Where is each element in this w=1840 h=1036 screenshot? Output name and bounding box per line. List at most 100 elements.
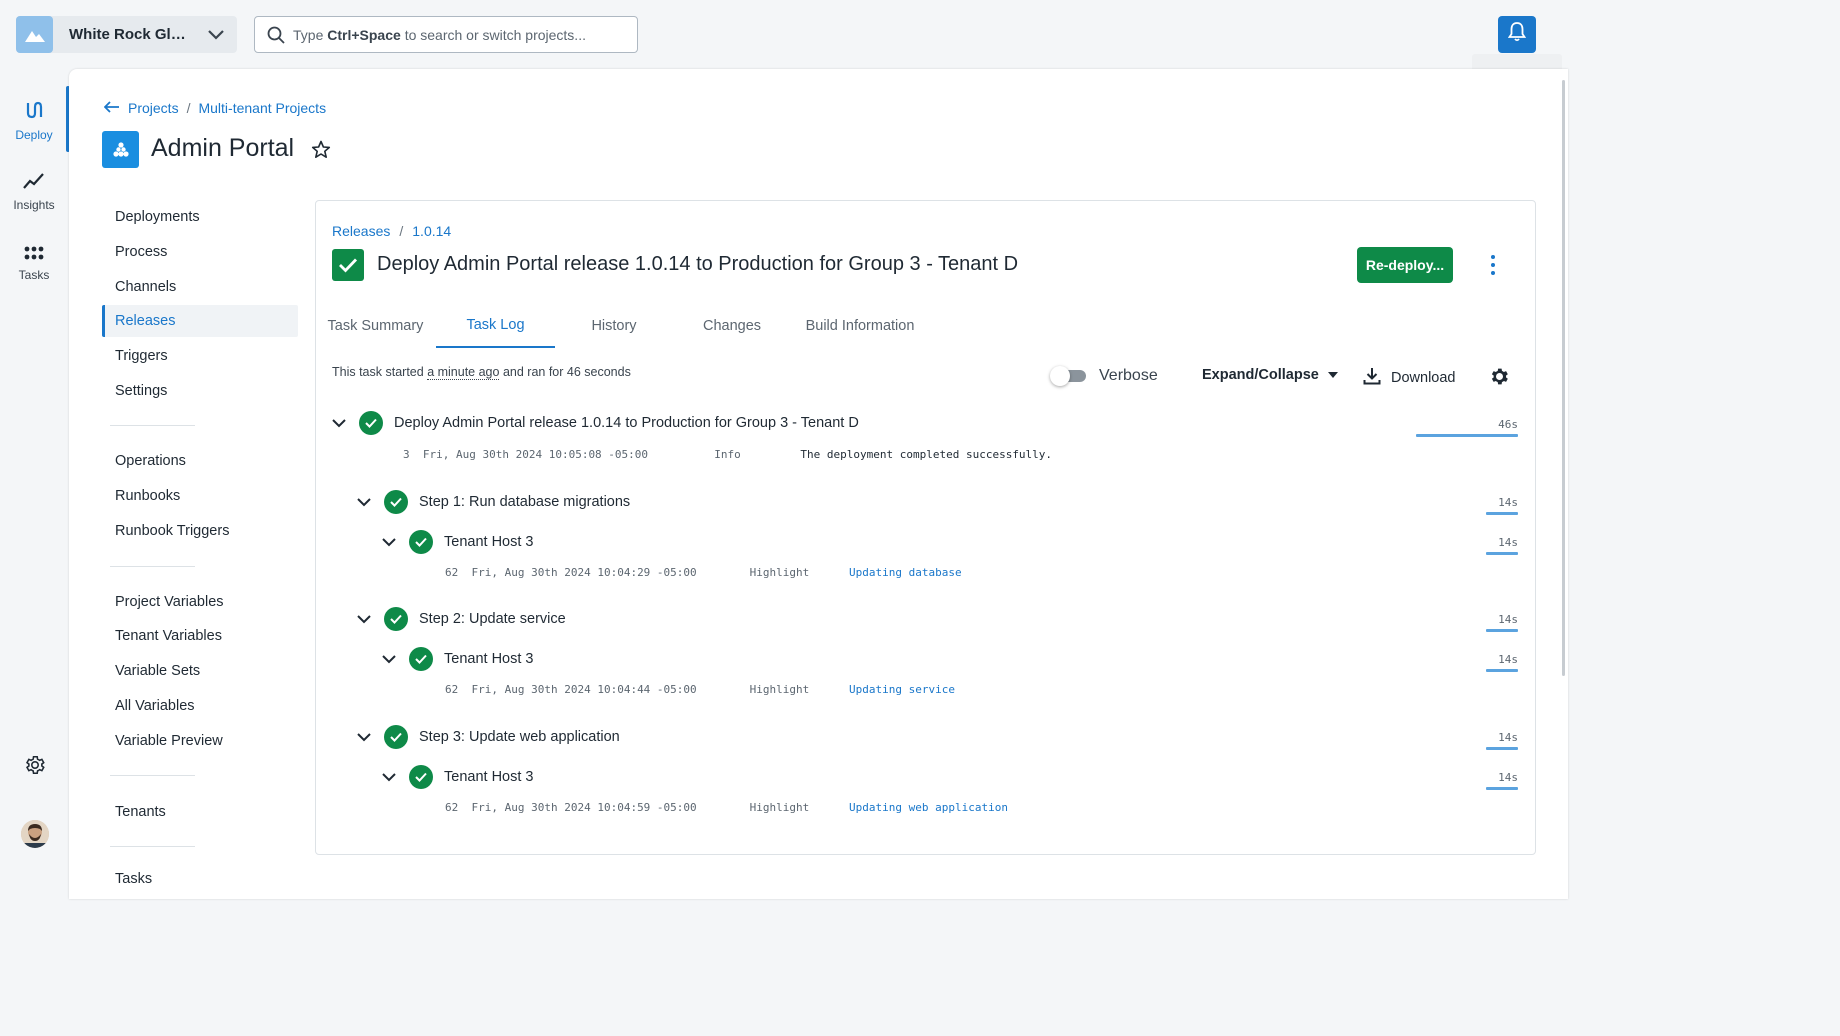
- nav-triggers[interactable]: Triggers: [102, 340, 298, 372]
- success-status-icon: [332, 249, 364, 281]
- log-duration: 14s: [1498, 653, 1518, 666]
- scrollbar[interactable]: [1562, 80, 1565, 676]
- chevron-down-icon[interactable]: [356, 494, 372, 510]
- log-step-row[interactable]: Step 2: Update service: [356, 607, 566, 631]
- log-step-title: Step 2: Update service: [419, 611, 566, 627]
- nav-all-variables[interactable]: All Variables: [102, 690, 298, 722]
- success-icon: [384, 607, 408, 631]
- nav-process[interactable]: Process: [102, 236, 298, 268]
- chevron-down-icon: [207, 29, 225, 41]
- more-options-icon[interactable]: [1487, 255, 1499, 275]
- log-line: 62 Fri, Aug 30th 2024 10:04:44 -05:00 Hi…: [445, 683, 955, 696]
- success-icon: [409, 530, 433, 554]
- nav-runbooks[interactable]: Runbooks: [102, 480, 298, 512]
- nav-runbook-triggers[interactable]: Runbook Triggers: [102, 515, 298, 547]
- breadcrumb-releases[interactable]: Releases: [332, 223, 390, 239]
- log-step-row[interactable]: Step 1: Run database migrations: [356, 490, 630, 514]
- nav-divider: [110, 846, 195, 847]
- log-duration: 14s: [1498, 496, 1518, 509]
- chevron-down-icon[interactable]: [381, 769, 397, 785]
- log-settings-icon[interactable]: [1489, 366, 1510, 392]
- log-host-row[interactable]: Tenant Host 3: [381, 765, 533, 789]
- chevron-down-icon[interactable]: [356, 729, 372, 745]
- rail-tasks[interactable]: Tasks: [0, 246, 68, 282]
- org-name: White Rock Global: [69, 26, 189, 43]
- rail-label: Insights: [13, 198, 55, 212]
- star-icon[interactable]: [311, 140, 331, 164]
- breadcrumb-separator: /: [186, 100, 191, 116]
- duration-bar: [1486, 552, 1518, 555]
- rail-label: Deploy: [15, 128, 53, 142]
- search-input[interactable]: Type Ctrl+Space to search or switch proj…: [254, 16, 638, 53]
- page-title: Admin Portal: [151, 134, 295, 162]
- log-duration: 14s: [1498, 613, 1518, 626]
- back-arrow-icon[interactable]: [103, 100, 120, 116]
- caret-down-icon: [1327, 367, 1339, 383]
- nav-variable-preview[interactable]: Variable Preview: [102, 725, 298, 757]
- nav-project-variables[interactable]: Project Variables: [102, 586, 298, 618]
- nav-releases[interactable]: Releases: [102, 305, 298, 337]
- expand-collapse-button[interactable]: Expand/Collapse: [1202, 367, 1339, 383]
- chevron-down-icon[interactable]: [381, 534, 397, 550]
- duration-bar: [1486, 787, 1518, 790]
- task-started-text: This task started a minute ago and ran f…: [332, 365, 631, 380]
- tab-task-summary[interactable]: Task Summary: [315, 304, 436, 348]
- log-host-title: Tenant Host 3: [444, 651, 534, 667]
- verbose-toggle[interactable]: [1050, 366, 1086, 386]
- duration-bar: [1486, 747, 1518, 750]
- insights-icon: [23, 172, 45, 193]
- nav-operations[interactable]: Operations: [102, 445, 298, 477]
- chevron-down-icon[interactable]: [381, 651, 397, 667]
- duration-bar: [1416, 434, 1518, 437]
- task-title: Deploy Admin Portal release 1.0.14 to Pr…: [377, 253, 1019, 275]
- redeploy-button[interactable]: Re-deploy...: [1357, 247, 1453, 283]
- nav-variable-sets[interactable]: Variable Sets: [102, 655, 298, 687]
- nav-tenants[interactable]: Tenants: [102, 796, 298, 828]
- notifications-button[interactable]: [1498, 16, 1536, 53]
- tab-history[interactable]: History: [555, 304, 673, 348]
- log-step-row[interactable]: Step 3: Update web application: [356, 725, 620, 749]
- tab-changes[interactable]: Changes: [673, 304, 791, 348]
- nav-deployments[interactable]: Deployments: [102, 201, 298, 233]
- breadcrumb-projects[interactable]: Projects: [128, 100, 179, 116]
- nav-divider: [110, 775, 195, 776]
- breadcrumb-group[interactable]: Multi-tenant Projects: [198, 100, 326, 116]
- org-switcher[interactable]: White Rock Global: [16, 16, 237, 53]
- nav-tasks[interactable]: Tasks: [102, 863, 298, 895]
- rail-insights[interactable]: Insights: [0, 172, 68, 212]
- log-line: 62 Fri, Aug 30th 2024 10:04:59 -05:00 Hi…: [445, 801, 1008, 814]
- duration-bar: [1486, 669, 1518, 672]
- download-icon: [1363, 367, 1381, 389]
- bell-icon: [1507, 22, 1527, 47]
- success-icon: [384, 725, 408, 749]
- rail-label: Tasks: [18, 268, 50, 282]
- log-duration: 46s: [1498, 418, 1518, 431]
- duration-bar: [1486, 512, 1518, 515]
- chevron-down-icon[interactable]: [331, 415, 347, 431]
- nav-tenant-variables[interactable]: Tenant Variables: [102, 620, 298, 652]
- verbose-label: Verbose: [1099, 367, 1158, 384]
- started-relative-time[interactable]: a minute ago: [427, 365, 500, 380]
- duration-bar: [1486, 629, 1518, 632]
- download-button[interactable]: Download: [1363, 367, 1456, 389]
- avatar[interactable]: [21, 820, 49, 848]
- log-root-row[interactable]: Deploy Admin Portal release 1.0.14 to Pr…: [331, 411, 859, 435]
- tab-task-log[interactable]: Task Log: [436, 304, 555, 348]
- log-host-row[interactable]: Tenant Host 3: [381, 647, 533, 671]
- task-breadcrumb: Releases / 1.0.14: [332, 223, 451, 239]
- log-host-row[interactable]: Tenant Host 3: [381, 530, 533, 554]
- log-duration: 14s: [1498, 731, 1518, 744]
- search-icon: [267, 26, 285, 44]
- breadcrumb: Projects / Multi-tenant Projects: [103, 100, 326, 116]
- breadcrumb-version[interactable]: 1.0.14: [412, 223, 451, 239]
- log-step-title: Step 1: Run database migrations: [419, 494, 631, 510]
- settings-gear-icon[interactable]: [24, 754, 46, 781]
- log-host-title: Tenant Host 3: [444, 534, 534, 550]
- log-duration: 14s: [1498, 771, 1518, 784]
- log-root-title: Deploy Admin Portal release 1.0.14 to Pr…: [394, 415, 859, 431]
- nav-settings[interactable]: Settings: [102, 375, 298, 407]
- chevron-down-icon[interactable]: [356, 611, 372, 627]
- nav-channels[interactable]: Channels: [102, 271, 298, 303]
- tab-build-information[interactable]: Build Information: [791, 304, 929, 348]
- rail-deploy[interactable]: Deploy: [0, 100, 68, 142]
